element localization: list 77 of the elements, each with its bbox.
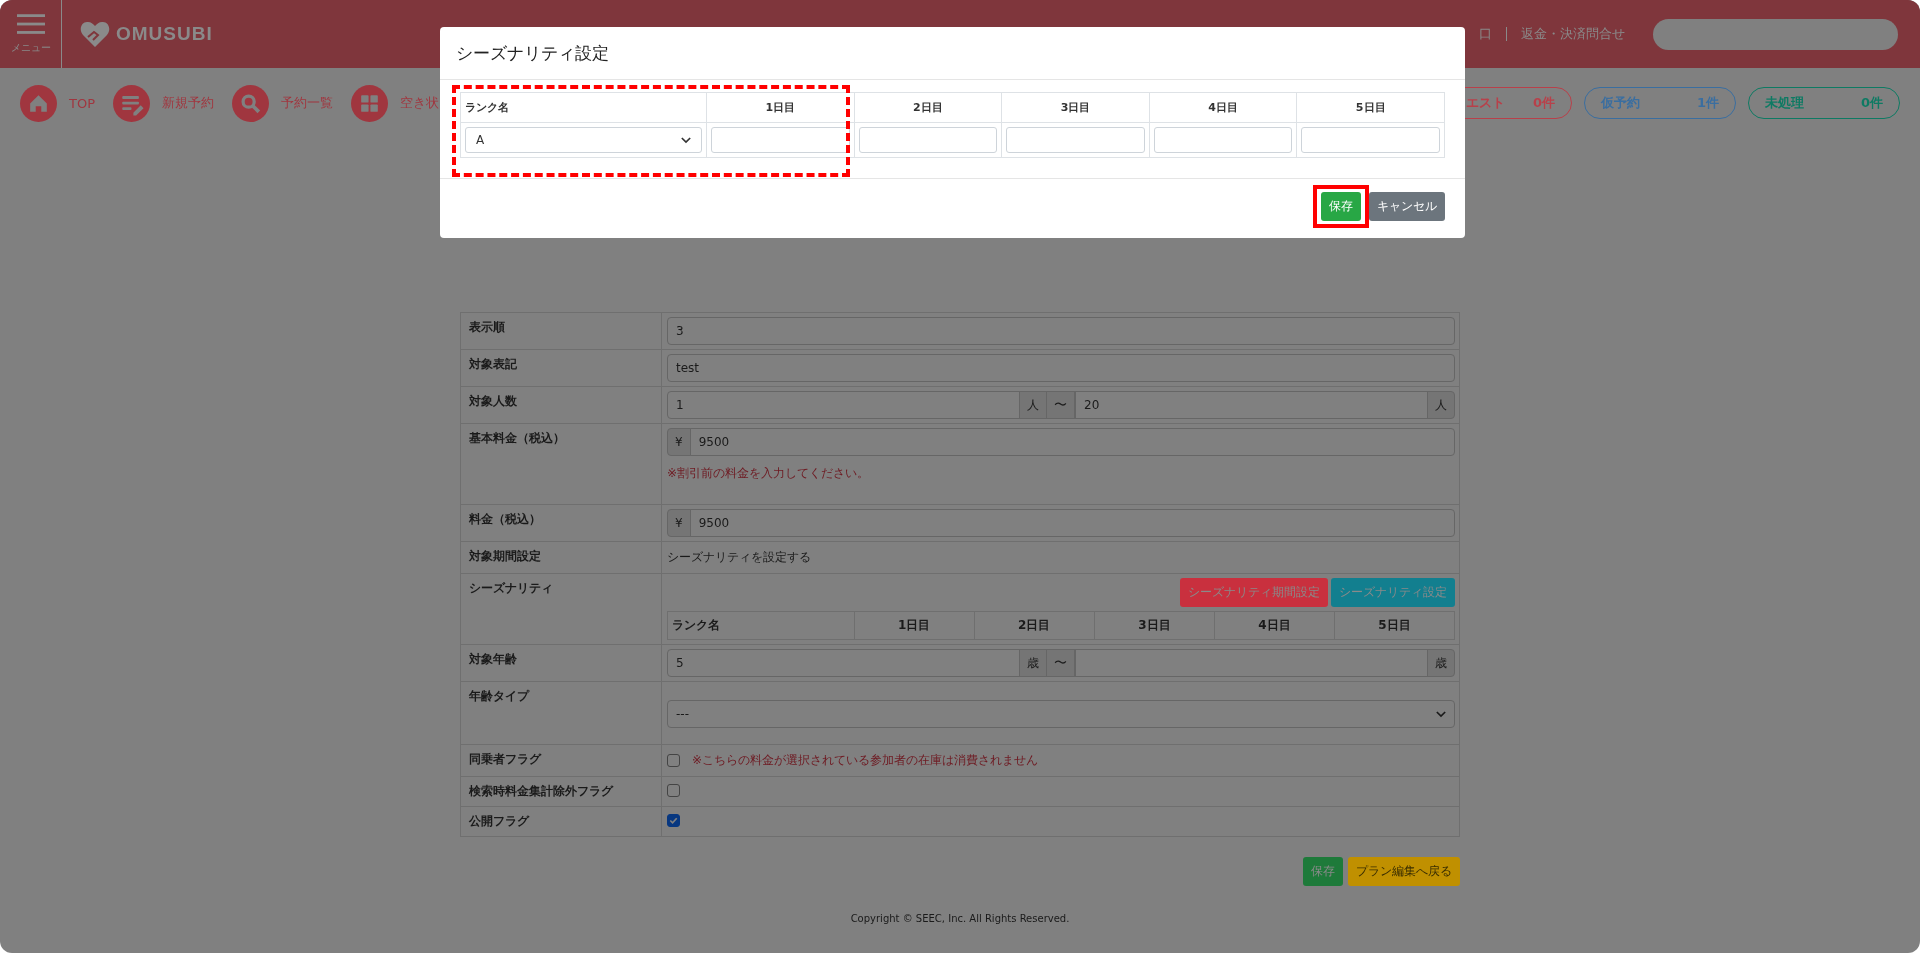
column-header: 1日目 [853, 612, 974, 639]
unit-label: 人 [1019, 391, 1047, 419]
unit-label: 人 [1427, 391, 1455, 419]
column-header: 3日目 [1093, 612, 1214, 639]
column-header: 3日目 [1001, 93, 1149, 123]
field-label: 同乗者フラグ [461, 745, 662, 776]
column-header: ランク名 [461, 93, 706, 123]
nav-link[interactable]: 新規予約 [113, 84, 214, 122]
day-field[interactable] [1006, 127, 1145, 153]
note-text: ※割引前の料金を入力してください。 [667, 466, 870, 480]
number-field[interactable]: 1 [667, 391, 1020, 419]
checkbox[interactable] [667, 814, 680, 827]
search-field[interactable] [1653, 18, 1898, 50]
column-header: ランク名 [671, 617, 721, 634]
tilde-sign: 〜 [1054, 396, 1067, 414]
logo-text: OMUSUBI [116, 23, 213, 45]
column-header: 1日目 [706, 93, 854, 123]
unit-label: 歳 [1427, 649, 1455, 677]
column-header: 5日目 [1333, 612, 1454, 639]
number-field[interactable]: 20 [1075, 391, 1428, 419]
nav-link[interactable]: TOP [20, 84, 95, 122]
day-field[interactable] [858, 127, 998, 153]
day-field[interactable] [711, 127, 850, 153]
rank-select[interactable]: A [465, 127, 702, 153]
column-header: 5日目 [1296, 93, 1444, 123]
currency-label: ¥ [667, 509, 691, 537]
field-label: 対象表記 [461, 350, 662, 386]
currency-label: ¥ [667, 428, 691, 456]
cancel-button[interactable]: キャンセル [1369, 192, 1445, 221]
price-field[interactable]: 9500 [689, 428, 1455, 456]
column-header: 2日目 [853, 93, 1002, 123]
text-field[interactable]: 3 [667, 317, 1455, 345]
column-header: 4日目 [1213, 612, 1334, 639]
settings-button[interactable]: シーズナリティ設定 [1331, 578, 1455, 607]
search-icon [232, 84, 269, 122]
chevron-down-icon [681, 136, 691, 144]
field-label: 年齢タイプ [461, 682, 662, 744]
home-icon [20, 84, 57, 122]
number-field[interactable] [1075, 649, 1428, 677]
checkbox[interactable] [667, 754, 680, 767]
note-pencil-icon [113, 84, 150, 122]
field-label: 表示順 [461, 313, 662, 349]
select-field[interactable]: --- [667, 700, 1455, 728]
field-label: 対象人数 [461, 387, 662, 423]
heart-hand-icon [80, 20, 110, 48]
column-header: 4日目 [1148, 93, 1297, 123]
note-text: ※こちらの料金が選択されている参加者の在庫は消費されません [692, 752, 1039, 769]
save-button[interactable]: 保存 [1321, 192, 1361, 221]
field-label: 対象期間設定 [461, 542, 662, 573]
field-label: シーズナリティ [461, 574, 662, 644]
chevron-down-icon [1436, 710, 1446, 718]
settings-button[interactable]: シーズナリティ期間設定 [1180, 578, 1328, 607]
tilde-sign: 〜 [1054, 654, 1067, 672]
menu-icon [16, 13, 45, 35]
price-field[interactable]: 9500 [689, 509, 1455, 537]
checkbox[interactable] [667, 784, 680, 797]
modal-title: シーズナリティ設定 [456, 43, 609, 63]
grid-icon [351, 84, 388, 122]
unit-label: 歳 [1019, 649, 1047, 677]
header-link[interactable]: 返金・決済問合せ [1521, 25, 1625, 43]
copyright-text: Copyright © SEEC, Inc. All Rights Reserved. [849, 913, 1071, 924]
field-label: 検索時料金集計除外フラグ [461, 777, 662, 806]
number-field[interactable]: 5 [667, 649, 1020, 677]
column-header: 2日目 [973, 612, 1094, 639]
field-label: 公開フラグ [461, 807, 662, 836]
menu-button[interactable]: メニュー [0, 0, 62, 68]
text-field[interactable]: test [667, 354, 1455, 382]
action-button[interactable]: 保存 [1303, 857, 1343, 886]
static-text: シーズナリティを設定する [667, 549, 811, 566]
action-button[interactable]: プラン編集へ戻る [1348, 857, 1460, 886]
header-link[interactable]: 口 [1479, 25, 1492, 43]
field-label: 料金（税込） [461, 505, 662, 541]
day-field[interactable] [1301, 127, 1440, 153]
nav-link[interactable]: 空き状 [351, 84, 439, 122]
day-field[interactable] [1153, 127, 1293, 153]
field-label: 基本料金（税込） [461, 424, 662, 504]
field-label: 対象年齢 [461, 645, 662, 681]
